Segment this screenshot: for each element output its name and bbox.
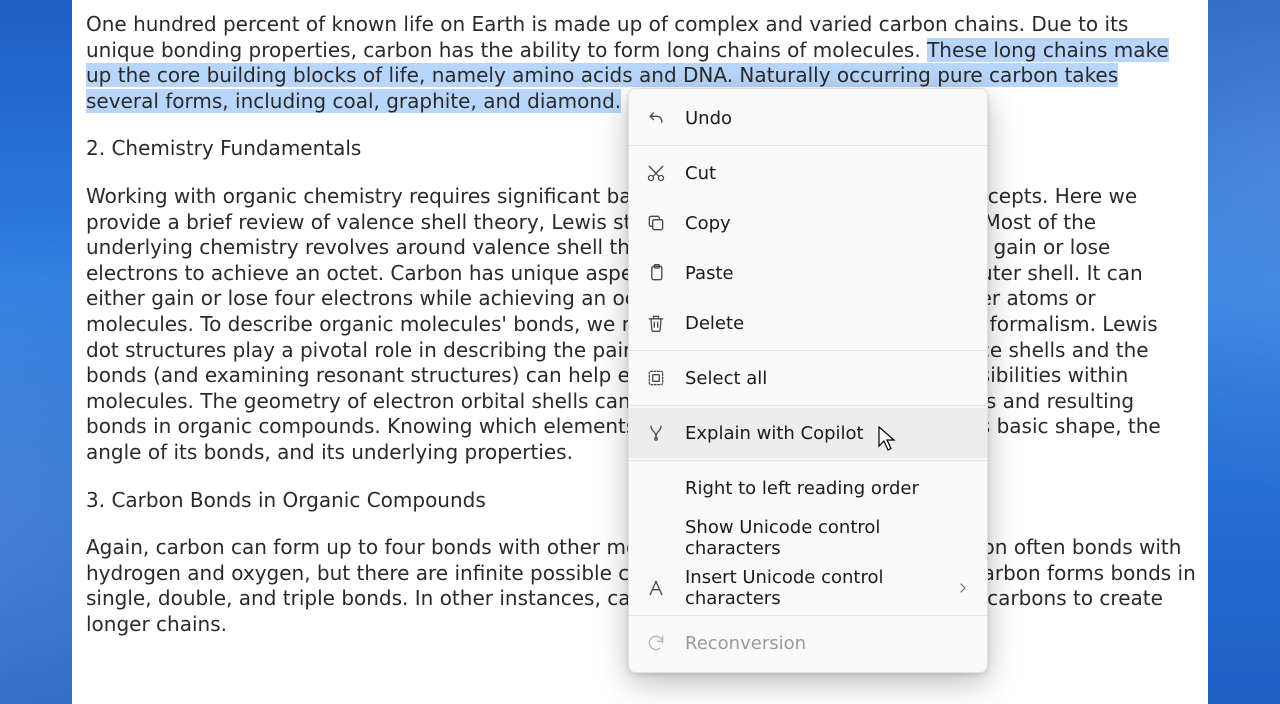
menu-item-insert-unicode[interactable]: Insert Unicode control characters [629,563,987,613]
menu-item-show-unicode[interactable]: Show Unicode control characters [629,513,987,563]
menu-label: Paste [685,263,734,284]
reconversion-icon [645,632,667,654]
cut-icon [645,162,667,184]
menu-item-explain-copilot[interactable]: Explain with Copilot [629,408,987,458]
undo-icon [645,107,667,129]
insert-unicode-icon [645,577,667,599]
menu-item-undo[interactable]: Undo [629,93,987,143]
menu-label: Select all [685,368,767,389]
menu-item-select-all[interactable]: Select all [629,353,987,403]
menu-label: Cut [685,163,716,184]
menu-item-copy[interactable]: Copy [629,198,987,248]
context-menu: Undo Cut Copy Paste Delete Select all [628,88,988,673]
menu-item-rtl[interactable]: Right to left reading order [629,463,987,513]
menu-label: Undo [685,108,732,129]
copilot-icon [645,422,667,444]
menu-separator [629,615,987,616]
menu-item-reconversion: Reconversion [629,618,987,668]
menu-label: Insert Unicode control characters [685,567,937,609]
paste-icon [645,262,667,284]
menu-label: Right to left reading order [685,478,919,499]
menu-separator [629,460,987,461]
menu-label: Show Unicode control characters [685,517,971,559]
menu-separator [629,405,987,406]
menu-label: Reconversion [685,633,806,654]
menu-label: Delete [685,313,744,334]
menu-label: Explain with Copilot [685,423,864,444]
menu-item-cut[interactable]: Cut [629,148,987,198]
copy-icon [645,212,667,234]
select-all-icon [645,367,667,389]
menu-label: Copy [685,213,731,234]
menu-item-paste[interactable]: Paste [629,248,987,298]
menu-separator [629,145,987,146]
chevron-right-icon [955,580,971,596]
menu-item-delete[interactable]: Delete [629,298,987,348]
delete-icon [645,312,667,334]
menu-separator [629,350,987,351]
